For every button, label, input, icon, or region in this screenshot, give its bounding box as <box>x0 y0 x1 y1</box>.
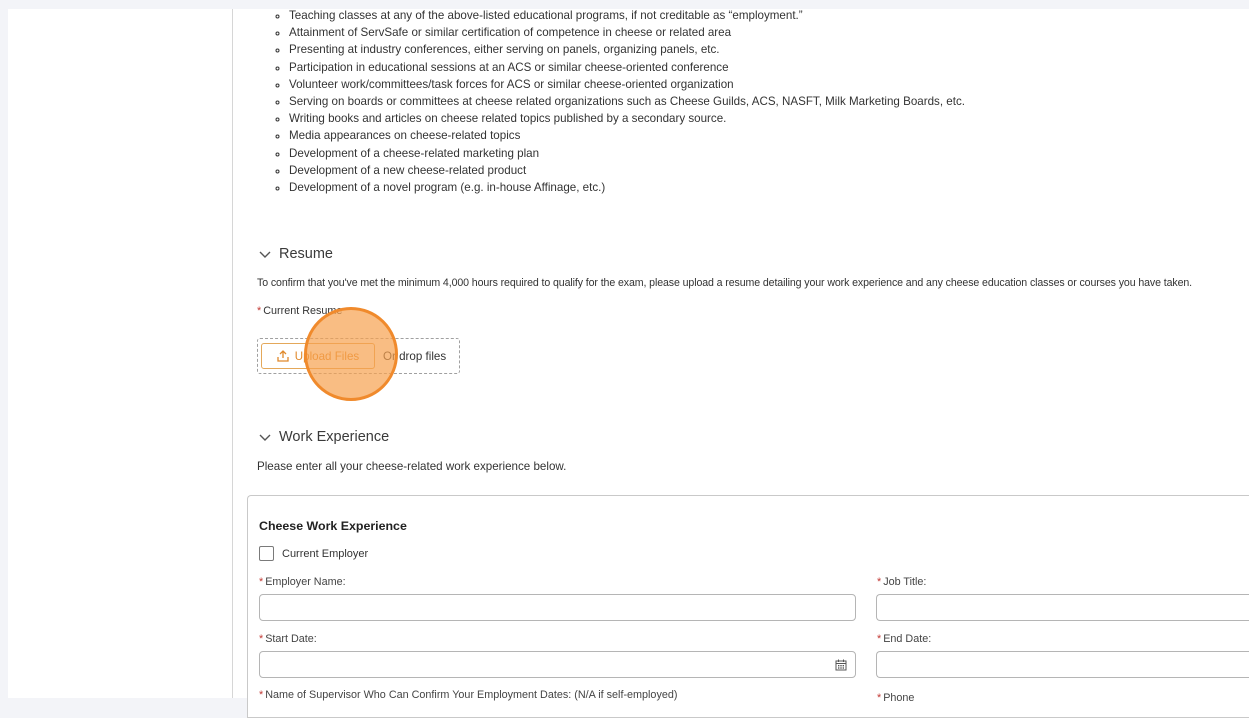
required-marker: * <box>259 689 264 701</box>
drop-files-label: Or drop files <box>383 349 447 363</box>
field-label-text: Job Title: <box>883 576 927 588</box>
upload-files-label: Upload Files <box>294 349 360 363</box>
start-date-label: * Start Date: <box>259 633 317 645</box>
field-label-text: Phone <box>883 692 915 704</box>
list-item: Volunteer work/committees/task forces fo… <box>289 76 965 93</box>
field-label-text: Current Resume <box>263 305 343 317</box>
file-drop-zone[interactable]: Upload Files Or drop files <box>257 338 460 374</box>
work-experience-section-toggle[interactable]: Work Experience <box>257 429 389 445</box>
job-title-input[interactable] <box>876 594 1249 621</box>
list-item: Development of a new cheese-related prod… <box>289 162 965 179</box>
list-item: Media appearances on cheese-related topi… <box>289 127 965 144</box>
required-marker: * <box>877 576 882 588</box>
chevron-down-icon <box>259 251 271 258</box>
resume-section-toggle[interactable]: Resume <box>257 246 333 262</box>
upload-files-button[interactable]: Upload Files <box>261 343 375 369</box>
required-marker: * <box>877 692 882 704</box>
chevron-down-icon <box>259 434 271 441</box>
current-employer-checkbox-row[interactable]: Current Employer <box>259 546 368 561</box>
list-item: Attainment of ServSafe or similar certif… <box>289 24 965 41</box>
list-item: Development of a cheese-related marketin… <box>289 145 965 162</box>
required-marker: * <box>259 633 264 645</box>
work-experience-description: Please enter all your cheese-related wor… <box>257 460 567 473</box>
content-divider <box>232 9 233 698</box>
work-experience-card-title: Cheese Work Experience <box>259 519 407 533</box>
field-label-text: Employer Name: <box>265 576 346 588</box>
field-label-text: End Date: <box>883 633 932 645</box>
end-date-input[interactable] <box>876 651 1249 678</box>
list-item: Teaching classes at any of the above-lis… <box>289 7 965 24</box>
phone-label: * Phone <box>877 692 914 704</box>
list-item: Writing books and articles on cheese rel… <box>289 110 965 127</box>
start-date-input[interactable] <box>259 651 856 678</box>
current-resume-label: * Current Resume <box>257 305 342 317</box>
list-item: Serving on boards or committees at chees… <box>289 93 965 110</box>
field-label-text: Name of Supervisor Who Can Confirm Your … <box>265 689 678 701</box>
job-title-label: * Job Title: <box>877 576 926 588</box>
list-item: Presenting at industry conferences, eith… <box>289 41 965 58</box>
work-experience-section-title: Work Experience <box>279 429 390 445</box>
list-item: Participation in educational sessions at… <box>289 59 965 76</box>
activities-list: Teaching classes at any of the above-lis… <box>257 7 965 196</box>
required-marker: * <box>257 305 262 317</box>
supervisor-name-label: * Name of Supervisor Who Can Confirm Your… <box>259 689 677 701</box>
upload-icon <box>277 350 289 362</box>
current-employer-label: Current Employer <box>282 547 369 560</box>
resume-section-title: Resume <box>279 246 333 262</box>
calendar-icon[interactable] <box>835 659 847 671</box>
current-employer-checkbox[interactable] <box>259 546 274 561</box>
end-date-label: * End Date: <box>877 633 931 645</box>
employer-name-input[interactable] <box>259 594 856 621</box>
resume-description: To confirm that you've met the minimum 4… <box>257 277 1193 289</box>
field-label-text: Start Date: <box>265 633 317 645</box>
work-experience-card: Cheese Work Experience Current Employer … <box>247 495 1249 718</box>
employer-name-label: * Employer Name: <box>259 576 346 588</box>
list-item: Development of a novel program (e.g. in-… <box>289 179 965 196</box>
required-marker: * <box>877 633 882 645</box>
required-marker: * <box>259 576 264 588</box>
